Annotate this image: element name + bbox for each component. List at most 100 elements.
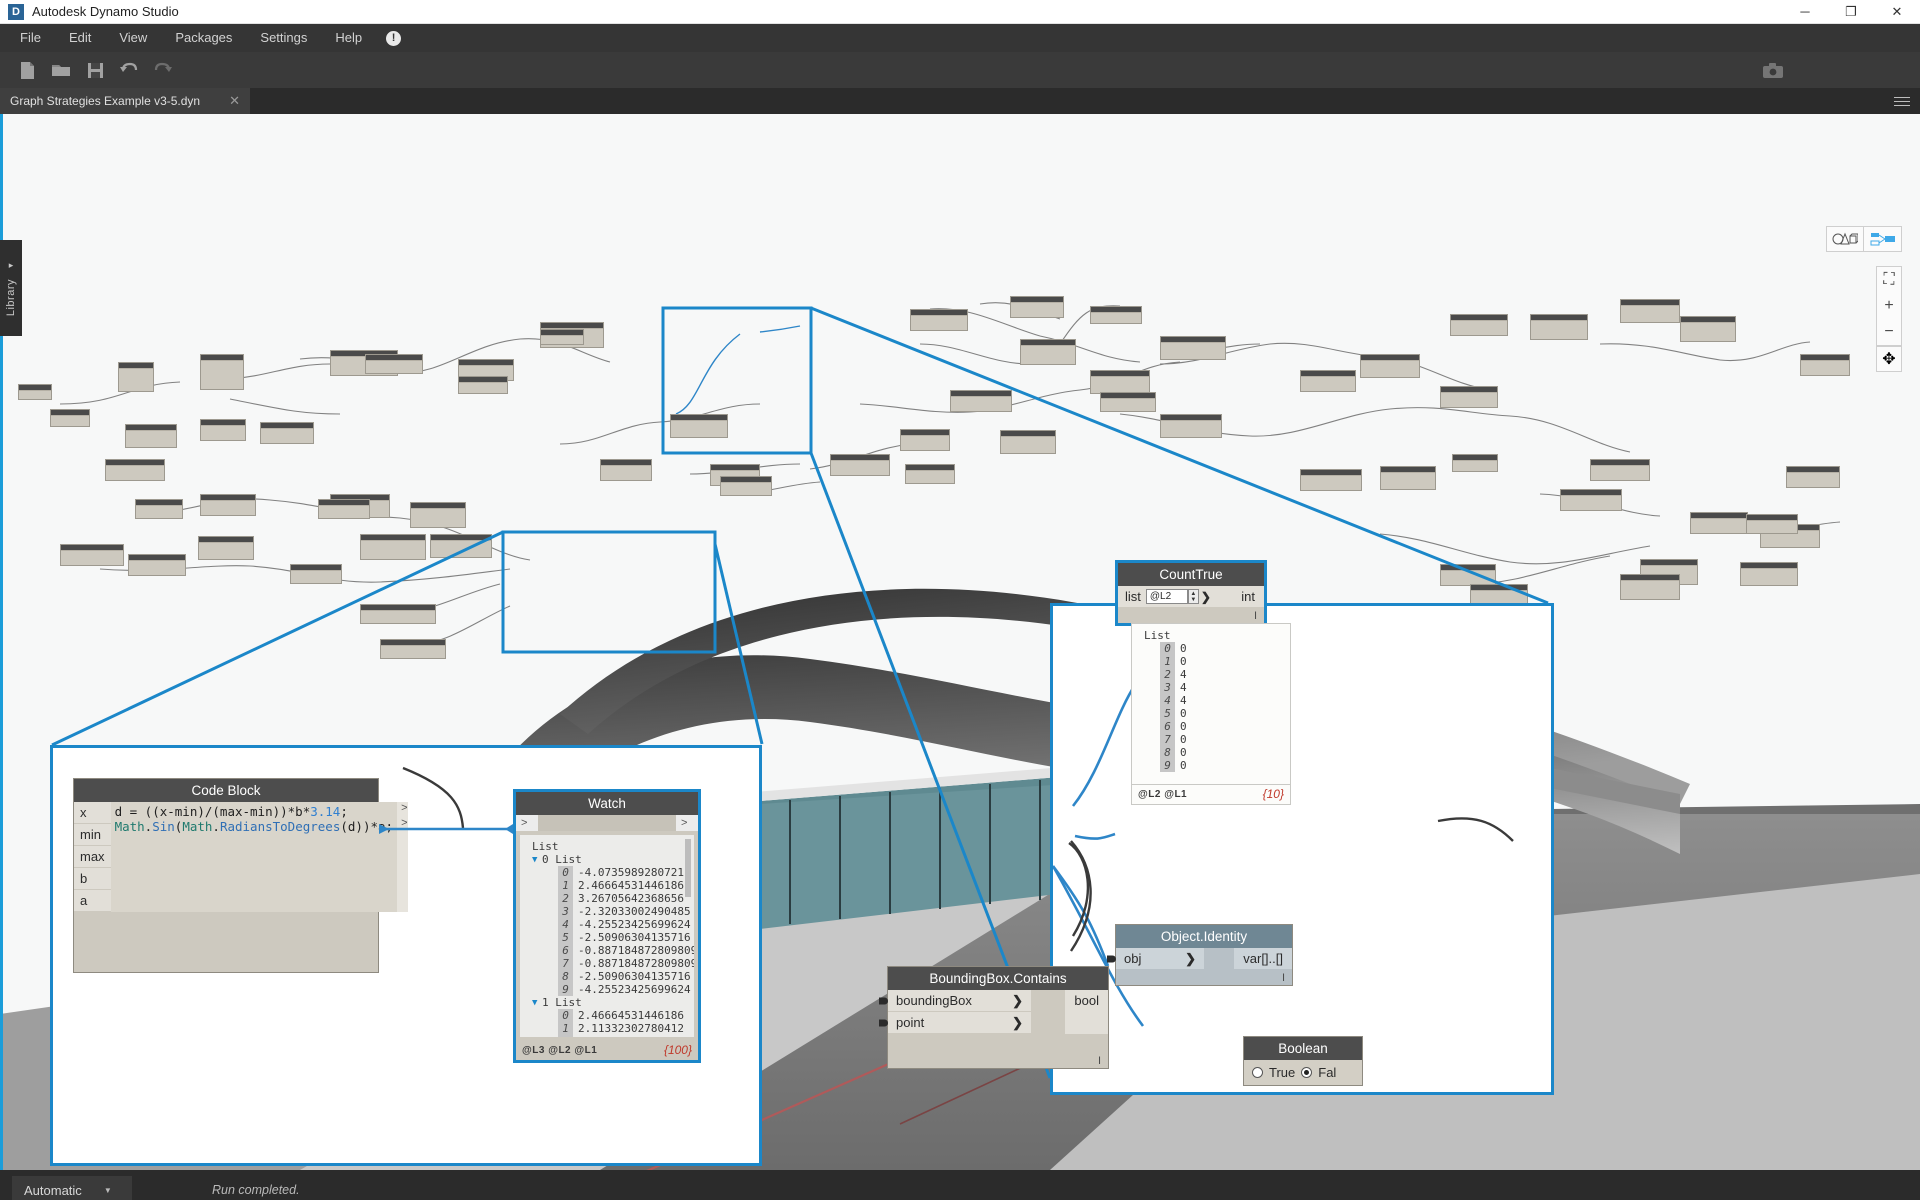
input-port-obj[interactable]: obj ❯: [1116, 948, 1204, 969]
output-port-2[interactable]: >: [397, 817, 407, 832]
workspace-canvas[interactable]: 1 Code Block x min max b a d = ((x-min)/…: [0, 114, 1920, 1170]
caret-down-icon[interactable]: ▼: [532, 855, 537, 865]
input-port-max[interactable]: max: [74, 846, 111, 868]
radio-false[interactable]: [1301, 1067, 1312, 1078]
code-token: d = ((x-min)/(max-min))*b*: [115, 804, 311, 819]
node-title: CountTrue: [1118, 563, 1264, 586]
input-port-a[interactable]: a: [74, 890, 111, 912]
geometry-view-icon[interactable]: [1826, 226, 1864, 252]
list-levels[interactable]: @L2 @L1: [1138, 789, 1187, 800]
output-port-1[interactable]: >: [397, 802, 407, 817]
title-bar: D Autodesk Dynamo Studio ─ ❐ ✕: [0, 0, 1920, 24]
list-value: 0: [1180, 746, 1187, 759]
output-port-int[interactable]: int: [1232, 586, 1264, 607]
document-tab[interactable]: Graph Strategies Example v3-5.dyn ✕: [0, 88, 250, 114]
caret-down-icon[interactable]: ▼: [532, 998, 537, 1008]
port-connector-dot[interactable]: [879, 1019, 888, 1026]
node-boundingbox-contains[interactable]: BoundingBox.Contains boundingBox ❯ point…: [887, 966, 1109, 1069]
code-block-editor[interactable]: d = ((x-min)/(max-min))*b*3.14; Math.Sin…: [111, 802, 398, 912]
zoom-fit-icon[interactable]: ⛶: [1877, 267, 1901, 293]
port-connector-dot[interactable]: [1107, 955, 1116, 962]
menu-item-view[interactable]: View: [105, 24, 161, 52]
list-item: 24: [1138, 668, 1290, 681]
node-watch[interactable]: Watch > > List ▼0 List0-4.07359892807211…: [513, 789, 701, 1063]
node-counttrue[interactable]: CountTrue list @L2 ▲▼ ❯ int I: [1115, 560, 1267, 626]
menu-item-packages[interactable]: Packages: [161, 24, 246, 52]
close-tab-icon[interactable]: ✕: [215, 93, 240, 109]
code-line-2: Math.Sin(Math.RadiansToDegrees(d))*a;: [115, 819, 394, 834]
input-port-min[interactable]: min: [74, 824, 111, 846]
new-file-icon[interactable]: [10, 56, 44, 84]
list-index: 1: [558, 1022, 573, 1035]
zoom-in-button[interactable]: +: [1877, 293, 1901, 319]
list-item: 80: [1138, 746, 1290, 759]
output-port-bool[interactable]: bool: [1065, 990, 1108, 1011]
menu-item-settings[interactable]: Settings: [246, 24, 321, 52]
app-logo-icon: D: [8, 4, 24, 20]
redo-icon[interactable]: [146, 56, 180, 84]
minimize-button[interactable]: ─: [1782, 0, 1828, 24]
main-toolbar: [0, 52, 1920, 88]
chevron-right-icon[interactable]: ▸: [9, 260, 14, 271]
list-item: 70: [1138, 733, 1290, 746]
watch-preview-list[interactable]: List ▼0 List0-4.073598928072112.46664531…: [520, 835, 694, 1037]
code-token: Sin: [152, 819, 175, 834]
radio-true[interactable]: [1252, 1067, 1263, 1078]
undo-icon[interactable]: [112, 56, 146, 84]
sublist-header[interactable]: ▼ 0 List: [530, 853, 694, 866]
list-value: 2.46664531446186: [578, 1009, 684, 1022]
list-item: 9-4.25523425699624: [530, 983, 694, 996]
sublist-label: 0 List: [542, 853, 582, 866]
input-port-b[interactable]: b: [74, 868, 111, 890]
list-levels[interactable]: @L3 @L2 @L1: [522, 1045, 597, 1056]
sublist-header[interactable]: ▼1 List: [530, 996, 694, 1009]
chevron-right-icon[interactable]: ❯: [1012, 993, 1023, 1009]
chevron-right-icon[interactable]: ❯: [1012, 1015, 1023, 1031]
run-mode-dropdown[interactable]: Automatic ▼: [12, 1176, 132, 1200]
pan-button[interactable]: ✥: [1876, 346, 1902, 372]
library-panel-tab[interactable]: ▸ Library: [0, 240, 22, 336]
menu-item-file[interactable]: File: [6, 24, 55, 52]
input-label: boundingBox: [896, 993, 972, 1008]
list-item: 50: [1138, 707, 1290, 720]
list-level-input[interactable]: @L2: [1146, 589, 1188, 604]
list-value: 0: [1180, 720, 1187, 733]
input-port-point[interactable]: point ❯: [888, 1012, 1031, 1034]
item-count: {10}: [1263, 787, 1284, 801]
node-code-block[interactable]: Code Block x min max b a d = ((x-min)/(m…: [73, 778, 379, 973]
list-item: 6-0.887184872809809: [530, 944, 694, 957]
list-level-stepper[interactable]: ▲▼: [1188, 589, 1199, 604]
input-port-list[interactable]: list: [1118, 586, 1146, 607]
list-value: 2.11332302780412: [578, 1022, 684, 1035]
watch-output-port[interactable]: >: [676, 815, 698, 831]
list-value: 0: [1180, 733, 1187, 746]
node-footer: I: [1116, 969, 1292, 985]
node-boolean[interactable]: Boolean True Fal: [1243, 1036, 1363, 1086]
input-port-x[interactable]: x: [74, 802, 111, 824]
zoom-out-button[interactable]: −: [1877, 319, 1901, 345]
close-button[interactable]: ✕: [1874, 0, 1920, 24]
input-port-boundingbox[interactable]: boundingBox ❯: [888, 990, 1031, 1012]
port-connector-dot[interactable]: [879, 997, 888, 1004]
list-value: -2.50906304135716: [578, 970, 691, 983]
alert-icon[interactable]: !: [386, 31, 401, 46]
save-file-icon[interactable]: [78, 56, 112, 84]
chevron-down-icon[interactable]: ▼: [104, 1186, 112, 1195]
watch-scrollbar[interactable]: [685, 839, 691, 897]
graph-view-icon[interactable]: [1864, 226, 1902, 252]
counttrue-preview-list[interactable]: List 00102434445060708090: [1131, 623, 1291, 785]
hamburger-menu-icon[interactable]: [1884, 88, 1920, 114]
camera-icon[interactable]: [1756, 56, 1790, 84]
list-index: 0: [1160, 642, 1175, 655]
app-title: Autodesk Dynamo Studio: [32, 4, 179, 19]
maximize-button[interactable]: ❐: [1828, 0, 1874, 24]
open-file-icon[interactable]: [44, 56, 78, 84]
chevron-right-icon[interactable]: ❯: [1201, 590, 1211, 604]
node-object-identity[interactable]: Object.Identity obj ❯ var[]..[] I: [1115, 924, 1293, 986]
output-port-var[interactable]: var[]..[]: [1234, 948, 1292, 969]
node-title: Watch: [516, 792, 698, 815]
menu-item-edit[interactable]: Edit: [55, 24, 105, 52]
watch-input-port[interactable]: >: [516, 815, 538, 831]
chevron-right-icon[interactable]: ❯: [1185, 951, 1196, 967]
menu-item-help[interactable]: Help: [321, 24, 376, 52]
